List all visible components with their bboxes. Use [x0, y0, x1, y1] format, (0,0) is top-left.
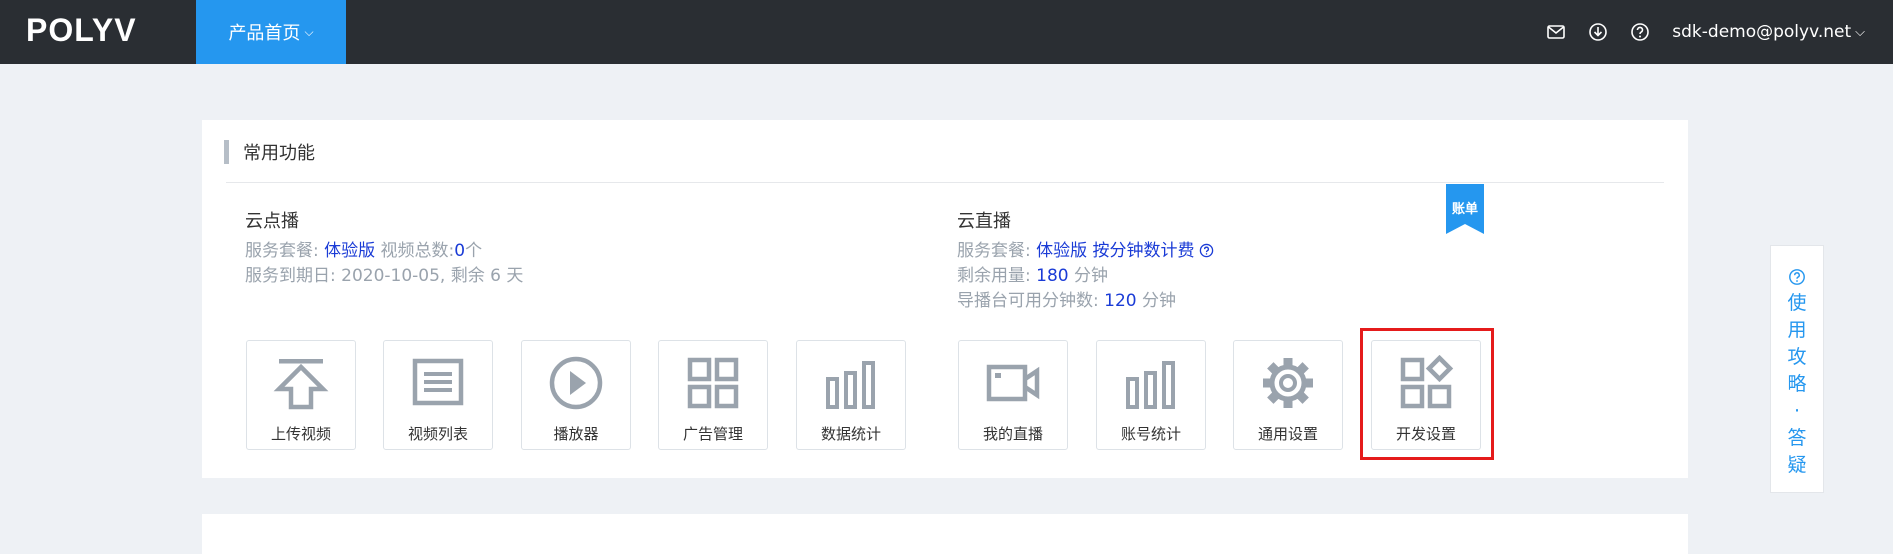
- vod-count-unit: 个: [465, 241, 483, 261]
- tile-upload-video[interactable]: 上传视频: [246, 340, 356, 450]
- tile-player[interactable]: 播放器: [521, 340, 631, 450]
- tile-label: 视频列表: [407, 425, 468, 443]
- user-menu[interactable]: sdk-demo@polyv.net ⌵: [1672, 22, 1865, 42]
- logo[interactable]: POLYV: [26, 12, 137, 49]
- nav-product-home-label: 产品首页: [228, 23, 301, 44]
- tile-data-statistics[interactable]: 数据统计: [796, 340, 906, 450]
- top-right-toolbar: sdk-demo@polyv.net ⌵: [1546, 0, 1865, 64]
- top-bar: POLYV 产品首页 ⌵ sdk-demo@polyv.net ⌵: [0, 0, 1893, 64]
- upload-icon: [273, 359, 329, 410]
- help-icon[interactable]: [1630, 22, 1650, 42]
- tile-label: 广告管理: [682, 425, 743, 443]
- live-remain-line: 剩余用量: 180 分钟: [957, 264, 1108, 289]
- nav-product-home[interactable]: 产品首页 ⌵: [196, 0, 346, 64]
- tile-label: 账号统计: [1120, 425, 1181, 443]
- live-director-value: 120: [1104, 291, 1137, 311]
- chevron-down-icon: ⌵: [304, 24, 314, 39]
- live-remain-label: 剩余用量:: [957, 266, 1031, 286]
- live-plan-line: 服务套餐: 体验版 按分钟数计费: [957, 239, 1214, 266]
- vod-plan-line: 服务套餐: 体验版 视频总数:0个: [245, 239, 482, 264]
- grid-icon: [687, 357, 739, 409]
- live-remain-value: 180: [1036, 266, 1069, 286]
- tile-account-statistics[interactable]: 账号统计: [1096, 340, 1206, 450]
- gear-icon: [1263, 358, 1313, 408]
- card-title: 常用功能: [243, 143, 315, 164]
- mail-icon[interactable]: [1546, 22, 1566, 42]
- tile-my-live[interactable]: 我的直播: [958, 340, 1068, 450]
- tile-label: 我的直播: [982, 425, 1043, 443]
- vod-plan-value: 体验版: [324, 241, 376, 261]
- tile-ad-management[interactable]: 广告管理: [658, 340, 768, 450]
- tile-general-settings[interactable]: 通用设置: [1233, 340, 1343, 450]
- vod-count-value: 0: [454, 241, 466, 261]
- next-card: [202, 514, 1688, 554]
- live-plan-value: 体验版 按分钟数计费: [1036, 241, 1195, 261]
- highlight-box: [1360, 328, 1494, 460]
- help-icon[interactable]: [1199, 241, 1214, 266]
- tile-label: 通用设置: [1257, 425, 1318, 443]
- bar-chart-icon: [826, 361, 875, 409]
- divider: [226, 182, 1664, 183]
- tile-video-list[interactable]: 视频列表: [383, 340, 493, 450]
- guide-text: 使用攻略·答疑: [1787, 292, 1807, 476]
- guide-faq-button[interactable]: 使用攻略·答疑: [1770, 245, 1824, 493]
- video-camera-icon: [986, 364, 1040, 402]
- bar-chart-icon: [1126, 361, 1175, 409]
- live-remain-unit: 分钟: [1074, 266, 1108, 286]
- live-director-unit: 分钟: [1142, 291, 1176, 311]
- bill-ribbon[interactable]: 账单: [1446, 184, 1484, 234]
- play-icon: [549, 356, 603, 410]
- live-plan-label: 服务套餐:: [957, 241, 1031, 261]
- download-icon[interactable]: [1588, 22, 1608, 42]
- tile-label: 播放器: [553, 425, 599, 443]
- bill-ribbon-label: 账单: [1451, 202, 1478, 217]
- help-icon: [1771, 268, 1823, 286]
- tile-label: 数据统计: [820, 425, 881, 443]
- title-bar-decoration: [224, 140, 229, 164]
- tile-label: 上传视频: [270, 425, 331, 443]
- live-director-label: 导播台可用分钟数:: [957, 291, 1099, 311]
- live-title: 云直播: [957, 211, 1011, 232]
- vod-plan-label: 服务套餐:: [245, 241, 319, 261]
- live-director-line: 导播台可用分钟数: 120 分钟: [957, 289, 1176, 314]
- vod-count-label: 视频总数:: [380, 241, 455, 261]
- vod-expire: 服务到期日: 2020-10-05, 剩余 6 天: [245, 266, 524, 286]
- vod-title: 云点播: [245, 211, 299, 232]
- chevron-down-icon: ⌵: [1855, 24, 1865, 40]
- list-icon: [412, 358, 464, 406]
- card-header: 常用功能: [224, 140, 315, 164]
- user-email: sdk-demo@polyv.net: [1672, 22, 1852, 42]
